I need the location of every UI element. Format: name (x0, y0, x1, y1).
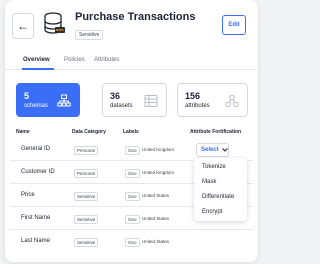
stat-value: 36 (110, 91, 121, 101)
sensitivity-badge: Sensitive (75, 30, 104, 40)
column-header-attribute-fortification: Attribute Fortification (190, 129, 242, 135)
menu-item-mask[interactable]: Mask (202, 179, 216, 185)
attribute-name: Price (21, 192, 35, 198)
column-header-labels: Labels (123, 129, 139, 135)
region-label: United Kingdom (142, 170, 175, 175)
menu-item-differentiate[interactable]: Differentiate (202, 194, 234, 200)
label-tag-pill: Geo (125, 169, 140, 178)
schema-tree-icon (57, 94, 71, 107)
menu-item-encrypt[interactable]: Encrypt (202, 209, 222, 215)
arrow-left-icon: ← (17, 19, 29, 33)
database-icon (44, 12, 62, 34)
stat-card-datasets[interactable]: 36 datasets (102, 83, 167, 117)
table-icon (144, 95, 158, 107)
fortification-dropdown-menu: Tokenize Mask Differentiate Encrypt (194, 158, 247, 221)
region-label: United States (142, 239, 170, 244)
region-label: United States (142, 193, 170, 198)
tab-overview[interactable]: Overview (23, 57, 50, 63)
data-category-pill: Personal (74, 169, 98, 178)
data-category-pill: Personal (74, 146, 98, 155)
region-label: United States (142, 216, 170, 221)
page-title: Purchase Transactions (75, 11, 196, 23)
label-tag-pill: Geo (125, 192, 140, 201)
tab-policies[interactable]: Policies (64, 57, 85, 63)
label-tag-pill: Geo (125, 238, 140, 247)
table-row[interactable]: Last Name Sensitive Geo United States (10, 230, 253, 253)
edit-button[interactable]: Edit (222, 15, 246, 35)
active-tab-indicator (22, 68, 54, 70)
region-label: United Kingdom (142, 147, 175, 152)
attribute-name: First Name (21, 215, 51, 221)
attribute-name: Customer ID (21, 169, 55, 175)
nodes-icon (225, 94, 239, 108)
data-category-pill: Sensitive (74, 192, 99, 201)
fortification-select[interactable]: Select (196, 143, 229, 157)
attribute-name: General ID (21, 146, 51, 152)
chevron-down-icon (221, 148, 228, 152)
label-tag-pill: Geo (125, 215, 140, 224)
stat-card-schemas[interactable]: 5 schemas (16, 83, 80, 117)
data-category-pill: Sensitive (74, 215, 99, 224)
attribute-name: Last Name (21, 238, 51, 244)
stat-label: schemas (24, 103, 49, 109)
stat-label: attributes (185, 103, 210, 109)
back-button[interactable]: ← (12, 13, 34, 39)
tab-attributes[interactable]: Attributes (94, 57, 119, 63)
menu-item-tokenize[interactable]: Tokenize (202, 164, 226, 170)
aws-logo: aws (55, 27, 65, 33)
stat-label: datasets (110, 103, 133, 109)
column-header-data-category: Data Category (72, 129, 106, 135)
details-card: ← aws Purchase Transactions Sensitive Ed… (5, 0, 258, 262)
select-label: Select (201, 147, 219, 153)
stat-value: 5 (24, 91, 30, 101)
tab-bar: Overview Policies Attributes (5, 53, 258, 70)
label-tag-pill: Geo (125, 146, 140, 155)
stat-value: 156 (185, 91, 201, 101)
column-header-name: Name (16, 129, 30, 135)
stat-card-attributes[interactable]: 156 attributes (177, 83, 248, 117)
data-category-pill: Sensitive (74, 238, 99, 247)
